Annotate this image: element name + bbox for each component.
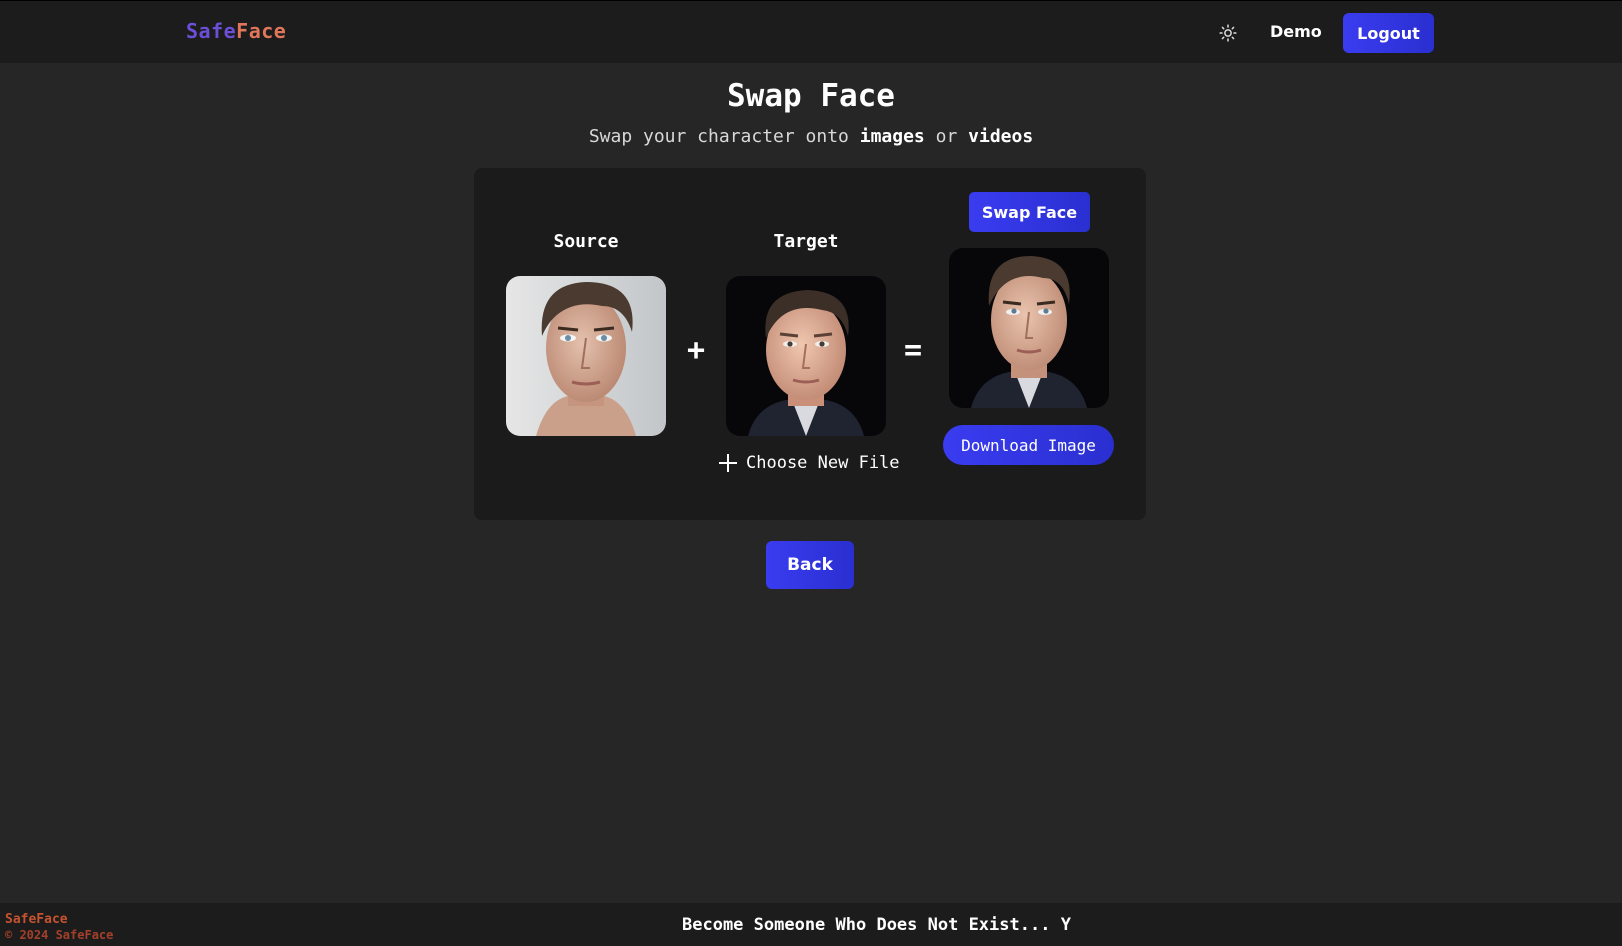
page-title: Swap Face	[727, 78, 895, 114]
subtitle-or: or	[924, 126, 969, 147]
plus-symbol: +	[687, 333, 706, 368]
nav-demo-link[interactable]: Demo	[1270, 22, 1322, 41]
subtitle-images: images	[859, 126, 925, 147]
plus-icon	[719, 454, 737, 472]
footer: SafeFace © 2024 SafeFace Become Someone …	[0, 903, 1622, 946]
logo-face: Face	[236, 19, 287, 43]
target-label: Target	[773, 231, 839, 252]
target-face-portrait	[726, 276, 886, 436]
subtitle-videos: videos	[968, 126, 1034, 147]
page-subtitle: Swap your character onto images or video…	[0, 126, 1622, 147]
logo-safe: Safe	[186, 19, 237, 43]
app-logo[interactable]: SafeFace	[186, 19, 286, 43]
logout-button[interactable]: Logout	[1343, 13, 1434, 53]
footer-brand: SafeFace	[5, 912, 68, 927]
result-image[interactable]	[949, 248, 1109, 408]
sun-icon	[1219, 24, 1237, 42]
subtitle-prefix: Swap your character onto	[588, 126, 860, 147]
top-navbar: SafeFace Demo Logout	[0, 0, 1622, 63]
back-button[interactable]: Back	[766, 541, 854, 589]
choose-new-file-button[interactable]: Choose New File	[718, 453, 900, 473]
download-image-button[interactable]: Download Image	[943, 425, 1114, 465]
target-image[interactable]	[726, 276, 886, 436]
swap-face-button[interactable]: Swap Face	[969, 192, 1090, 232]
choose-file-label: Choose New File	[746, 453, 900, 473]
source-label: Source	[553, 231, 619, 252]
theme-toggle-button[interactable]	[1216, 21, 1240, 45]
source-image[interactable]	[506, 276, 666, 436]
footer-copyright: © 2024 SafeFace	[5, 928, 114, 942]
source-face-portrait	[506, 276, 666, 436]
result-face-portrait	[949, 248, 1109, 408]
equals-symbol: =	[904, 333, 923, 368]
face-swap-card: Source + Target Choose New File = Swap F…	[474, 168, 1146, 520]
footer-marquee-text: Become Someone Who Does Not Exist... Y	[682, 915, 1071, 935]
